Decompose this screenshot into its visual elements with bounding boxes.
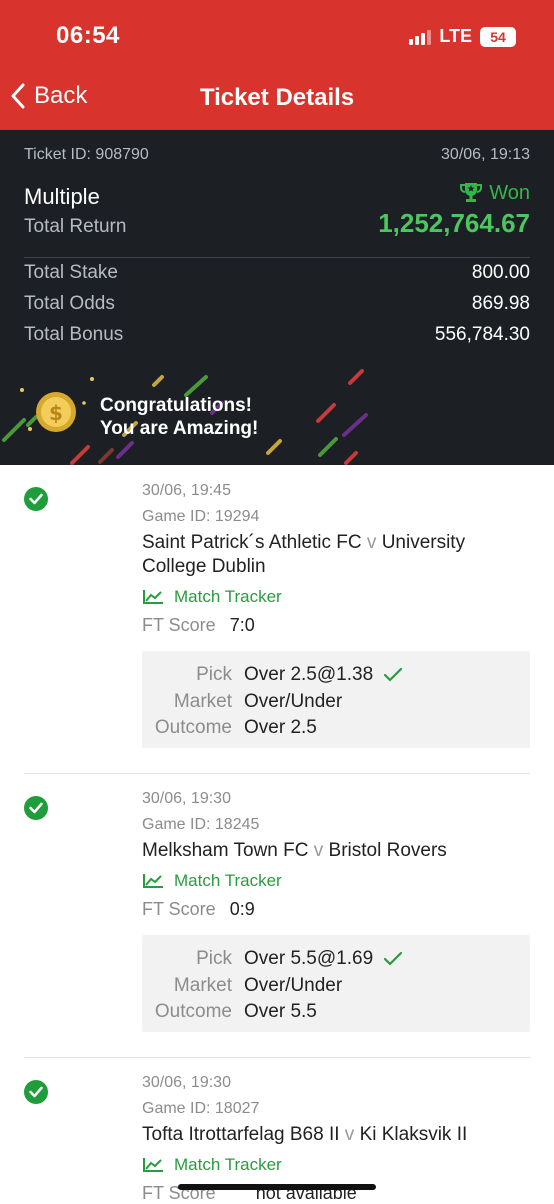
status-indicators: LTE 54	[409, 26, 516, 47]
total-return-value: 1,252,764.67	[378, 208, 530, 238]
congrats-text: Congratulations! You are Amazing!	[100, 394, 258, 440]
match-tracker-link[interactable]: Match Tracker	[142, 587, 530, 607]
home-team: Melksham Town FC	[142, 840, 309, 861]
bet-datetime: 30/06, 19:45	[142, 482, 231, 499]
match-tracker-label: Match Tracker	[174, 871, 282, 890]
checkmark-icon	[384, 951, 403, 966]
total-stake-row: Total Stake 800.00	[24, 262, 530, 284]
outcome-value: Over 2.5	[244, 717, 317, 738]
pick-label: Pick	[196, 948, 232, 969]
status-label: Won	[489, 181, 530, 204]
svg-text:$: $	[49, 401, 63, 425]
total-stake-value: 800.00	[471, 262, 530, 283]
bet-match: Melksham Town FC v Bristol Rovers	[142, 839, 530, 863]
away-team: University	[381, 532, 466, 553]
bet-item-1: 30/06, 19:45 Game ID: 19294 Saint Patric…	[142, 482, 530, 636]
ticket-id: Ticket ID: 908790	[24, 146, 149, 163]
bet-match: Tofta Itrottarfelag B68 II v Ki Klaksvik…	[142, 1123, 530, 1147]
bet-game-id: Game ID: 18027	[142, 1100, 260, 1117]
chart-line-icon	[143, 874, 163, 888]
bet-datetime: 30/06, 19:30	[142, 790, 231, 807]
outcome-value: Over 5.5	[244, 1001, 317, 1022]
trophy-icon	[460, 183, 483, 202]
ft-score-label: FT Score	[142, 899, 216, 919]
ticket-datetime: 30/06, 19:13	[441, 146, 530, 163]
network-label: LTE	[439, 26, 472, 46]
chart-line-icon	[143, 590, 163, 604]
bet-item-2: 30/06, 19:30 Game ID: 18245 Melksham Tow…	[142, 790, 530, 920]
total-odds-label: Total Odds	[24, 293, 115, 314]
bet-type: Multiple	[24, 184, 100, 209]
ft-score-value: 7:0	[229, 615, 255, 635]
bet-game-id: Game ID: 18245	[142, 816, 260, 833]
pick-label: Pick	[196, 664, 232, 685]
battery-icon: 54	[480, 26, 516, 47]
market-value: Over/Under	[244, 691, 343, 712]
pick-details-1: Pick Over 2.5@1.38 Market Over/Under Out…	[142, 651, 530, 748]
ft-score-row: FT Score 0:9	[142, 899, 530, 920]
total-bonus-row: Total Bonus 556,784.30	[24, 324, 530, 346]
total-return-label: Total Return	[24, 216, 127, 237]
bet-divider	[24, 1057, 530, 1058]
app-header: 06:54 LTE 54 Back Ticket Details	[0, 0, 554, 130]
away-team: Bristol Rovers	[328, 840, 447, 861]
pick-value: Over 2.5@1.38	[244, 664, 374, 685]
summary-divider	[24, 257, 530, 258]
coin-icon: $	[36, 392, 76, 432]
chart-line-icon	[143, 1158, 163, 1172]
away-team: Ki Klaksvik II	[359, 1124, 468, 1145]
checkmark-icon	[384, 667, 403, 682]
ticket-summary: Ticket ID: 908790 30/06, 19:13 Multiple …	[0, 130, 554, 465]
status-badge: Won	[459, 182, 530, 205]
ft-score-label: FT Score	[142, 615, 216, 635]
home-team: Tofta Itrottarfelag B68 II	[142, 1124, 340, 1145]
match-tracker-label: Match Tracker	[174, 1155, 282, 1174]
congrats-line-1: Congratulations!	[100, 395, 252, 416]
market-value: Over/Under	[244, 975, 343, 996]
status-time: 06:54	[56, 22, 120, 49]
match-tracker-link[interactable]: Match Tracker	[142, 871, 530, 891]
check-circle-icon	[24, 487, 48, 511]
pick-value: Over 5.5@1.69	[244, 948, 374, 969]
market-label: Market	[173, 691, 232, 712]
check-circle-icon	[24, 1080, 48, 1104]
total-odds-value: 869.98	[471, 293, 530, 314]
market-label: Market	[173, 975, 232, 996]
match-tracker-link[interactable]: Match Tracker	[142, 1155, 530, 1175]
bet-match: Saint Patrick´s Athletic FC v University…	[142, 531, 530, 579]
outcome-label: Outcome	[154, 1001, 232, 1022]
total-bonus-value: 556,784.30	[434, 324, 530, 345]
versus-label: v	[313, 840, 324, 861]
bet-datetime: 30/06, 19:30	[142, 1074, 231, 1091]
away-team-cont: College Dublin	[142, 556, 266, 577]
ft-score-value: 0:9	[229, 899, 255, 919]
match-tracker-label: Match Tracker	[174, 587, 282, 606]
total-stake-label: Total Stake	[24, 262, 118, 283]
home-team: Saint Patrick´s Athletic FC	[142, 532, 362, 553]
pick-details-2: Pick Over 5.5@1.69 Market Over/Under Out…	[142, 935, 530, 1032]
congrats-line-2: You are Amazing!	[100, 418, 259, 439]
versus-label: v	[344, 1124, 355, 1145]
outcome-label: Outcome	[154, 717, 232, 738]
check-circle-icon	[24, 796, 48, 820]
bet-game-id: Game ID: 19294	[142, 508, 260, 525]
congrats-banner-art: $	[2, 369, 368, 465]
home-indicator[interactable]	[178, 1184, 376, 1190]
total-odds-row: Total Odds 869.98	[24, 293, 530, 315]
page-title: Ticket Details	[199, 84, 355, 111]
versus-label: v	[366, 532, 377, 553]
bet-divider	[24, 773, 530, 774]
total-bonus-label: Total Bonus	[24, 324, 124, 345]
signal-icon	[409, 29, 432, 45]
ft-score-row: FT Score 7:0	[142, 615, 530, 636]
